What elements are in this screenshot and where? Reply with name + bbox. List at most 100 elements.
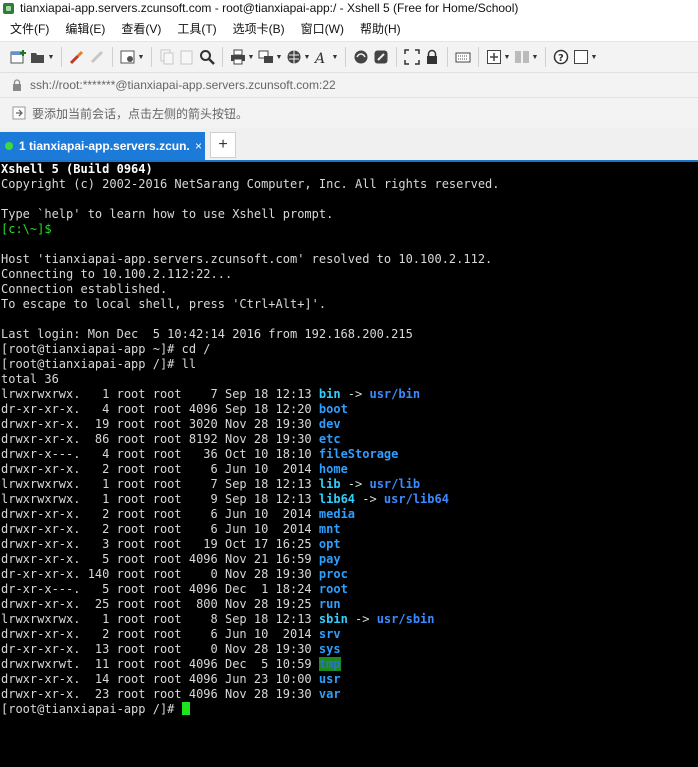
xftp-icon[interactable] bbox=[351, 47, 371, 67]
connected-status-icon bbox=[5, 142, 13, 150]
menu-file[interactable]: 文件(F) bbox=[4, 18, 55, 40]
file-name: lib64 bbox=[318, 492, 356, 506]
symlink-arrow: -> bbox=[355, 492, 384, 506]
file-name: pay bbox=[318, 552, 341, 566]
new-session-icon[interactable] bbox=[8, 47, 28, 67]
file-name: dev bbox=[318, 417, 341, 431]
local-prompt: [c:\~]$ bbox=[1, 222, 52, 236]
menu-tabs[interactable]: 选项卡(B) bbox=[227, 18, 291, 40]
directory-listing: lrwxrwxrwx. 1 root root 7 Sep 18 12:13 b… bbox=[1, 387, 698, 702]
toolbar-separator bbox=[478, 47, 479, 67]
listing-row: drwxr-xr-x. 14 root root 4096 Jun 23 10:… bbox=[1, 672, 698, 687]
tab-strip: 1 tianxiapai-app.servers.zcun... × + bbox=[0, 128, 698, 162]
connecting-line: Connecting to 10.100.2.112:22... bbox=[1, 267, 233, 281]
toolbar-separator bbox=[112, 47, 113, 67]
file-name: sys bbox=[318, 642, 341, 656]
menu-bar: 文件(F) 编辑(E) 查看(V) 工具(T) 选项卡(B) 窗口(W) 帮助(… bbox=[0, 17, 698, 42]
file-name: lib bbox=[318, 477, 341, 491]
file-metadata: drwxr-x---. 4 root root 36 Oct 10 18:10 bbox=[1, 447, 319, 461]
keyboard-icon[interactable] bbox=[453, 47, 473, 67]
listing-row: drwxr-xr-x. 23 root root 4096 Nov 28 19:… bbox=[1, 687, 698, 702]
file-metadata: dr-xr-xr-x. 140 root root 0 Nov 28 19:30 bbox=[1, 567, 319, 581]
file-name: boot bbox=[318, 402, 348, 416]
lock-icon bbox=[12, 79, 22, 91]
listing-row: lrwxrwxrwx. 1 root root 7 Sep 18 12:13 b… bbox=[1, 387, 698, 402]
listing-row: drwxr-xr-x. 2 root root 6 Jun 10 2014 ho… bbox=[1, 462, 698, 477]
font-icon[interactable]: A ▼ bbox=[312, 47, 340, 67]
command-line: [root@tianxiapai-app ~]# cd / bbox=[1, 342, 211, 356]
xshell-icon[interactable] bbox=[371, 47, 391, 67]
svg-text:A: A bbox=[314, 51, 325, 65]
file-metadata: dr-xr-xr-x. 13 root root 0 Nov 28 19:30 bbox=[1, 642, 319, 656]
listing-row: drwxr-xr-x. 2 root root 6 Jun 10 2014 me… bbox=[1, 507, 698, 522]
listing-row: drwxr-xr-x. 3 root root 19 Oct 17 16:25 … bbox=[1, 537, 698, 552]
listing-row: lrwxrwxrwx. 1 root root 8 Sep 18 12:13 s… bbox=[1, 612, 698, 627]
file-name: srv bbox=[318, 627, 341, 641]
file-metadata: drwxr-xr-x. 19 root root 3020 Nov 28 19:… bbox=[1, 417, 319, 431]
toolbar-separator bbox=[447, 47, 448, 67]
title-bar: tianxiapai-app.servers.zcunsoft.com - ro… bbox=[0, 0, 698, 16]
print-icon[interactable]: ▼ bbox=[228, 47, 256, 67]
help-icon[interactable]: ? bbox=[551, 47, 571, 67]
listing-row: lrwxrwxrwx. 1 root root 9 Sep 18 12:13 l… bbox=[1, 492, 698, 507]
menu-tools[interactable]: 工具(T) bbox=[171, 18, 222, 40]
properties-icon[interactable]: ▼ bbox=[118, 47, 146, 67]
file-metadata: lrwxrwxrwx. 1 root root 9 Sep 18 12:13 bbox=[1, 492, 319, 506]
lock-icon[interactable] bbox=[422, 47, 442, 67]
symlink-arrow: -> bbox=[340, 387, 370, 401]
file-name: sbin bbox=[318, 612, 348, 626]
toolbar-separator bbox=[545, 47, 546, 67]
file-metadata: drwxr-xr-x. 3 root root 19 Oct 17 16:25 bbox=[1, 537, 319, 551]
tab-session-1[interactable]: 1 tianxiapai-app.servers.zcun... × bbox=[0, 132, 205, 160]
fullscreen-icon[interactable] bbox=[402, 47, 422, 67]
paste-icon bbox=[177, 47, 197, 67]
svg-text:?: ? bbox=[558, 53, 564, 64]
file-metadata: lrwxrwxrwx. 1 root root 7 Sep 18 12:13 bbox=[1, 387, 319, 401]
file-metadata: drwxr-xr-x. 2 root root 6 Jun 10 2014 bbox=[1, 627, 319, 641]
file-metadata: lrwxrwxrwx. 1 root root 7 Sep 18 12:13 bbox=[1, 477, 319, 491]
find-icon[interactable] bbox=[197, 47, 217, 67]
file-name: root bbox=[318, 582, 348, 596]
globe-icon[interactable]: ▼ bbox=[284, 47, 312, 67]
listing-row: lrwxrwxrwx. 1 root root 7 Sep 18 12:13 l… bbox=[1, 477, 698, 492]
banner-title: Xshell 5 (Build 0964) bbox=[1, 162, 153, 176]
options-icon[interactable]: ▼ bbox=[571, 47, 599, 67]
arrow-icon[interactable] bbox=[12, 106, 26, 120]
file-metadata: drwxr-xr-x. 23 root root 4096 Nov 28 19:… bbox=[1, 687, 319, 701]
new-tab-icon[interactable]: ▼ bbox=[484, 47, 512, 67]
help-line: Type `help' to learn how to use Xshell p… bbox=[1, 207, 334, 221]
file-metadata: drwxr-xr-x. 2 root root 6 Jun 10 2014 bbox=[1, 507, 319, 521]
add-tab-button[interactable]: + bbox=[210, 132, 236, 158]
host-resolved-line: Host 'tianxiapai-app.servers.zcunsoft.co… bbox=[1, 252, 493, 266]
shell-prompt: [root@tianxiapai-app /]# bbox=[1, 702, 182, 716]
reconnect-icon[interactable] bbox=[67, 47, 87, 67]
file-metadata: dr-xr-x---. 5 root root 4096 Dec 1 18:24 bbox=[1, 582, 319, 596]
listing-row: drwxr-xr-x. 86 root root 8192 Nov 28 19:… bbox=[1, 432, 698, 447]
established-line: Connection established. bbox=[1, 282, 168, 296]
toolbar-separator bbox=[222, 47, 223, 67]
session-address[interactable]: ssh://root:*******@tianxiapai-app.server… bbox=[30, 78, 336, 92]
file-name: opt bbox=[318, 537, 341, 551]
menu-view[interactable]: 查看(V) bbox=[115, 18, 167, 40]
file-name: proc bbox=[318, 567, 348, 581]
menu-edit[interactable]: 编辑(E) bbox=[59, 18, 111, 40]
layout-icon[interactable]: ▼ bbox=[512, 47, 540, 67]
terminal-output[interactable]: Xshell 5 (Build 0964) Copyright (c) 2002… bbox=[0, 162, 698, 767]
session-hint-bar: 要添加当前会话，点击左侧的箭头按钮。 bbox=[0, 98, 698, 129]
file-name: fileStorage bbox=[318, 447, 399, 461]
close-tab-icon[interactable]: × bbox=[195, 139, 202, 153]
tab-label: 1 tianxiapai-app.servers.zcun... bbox=[19, 139, 189, 153]
menu-window[interactable]: 窗口(W) bbox=[295, 18, 350, 40]
menu-help[interactable]: 帮助(H) bbox=[354, 18, 407, 40]
file-name: run bbox=[318, 597, 341, 611]
transfer-icon[interactable]: ▼ bbox=[256, 47, 284, 67]
open-folder-icon[interactable]: ▼ bbox=[28, 47, 56, 67]
file-name: bin bbox=[318, 387, 341, 401]
file-metadata: drwxr-xr-x. 2 root root 6 Jun 10 2014 bbox=[1, 462, 319, 476]
listing-row: dr-xr-x---. 5 root root 4096 Dec 1 18:24… bbox=[1, 582, 698, 597]
disconnect-icon bbox=[87, 47, 107, 67]
copy-icon bbox=[157, 47, 177, 67]
address-bar[interactable]: ssh://root:*******@tianxiapai-app.server… bbox=[0, 73, 698, 98]
